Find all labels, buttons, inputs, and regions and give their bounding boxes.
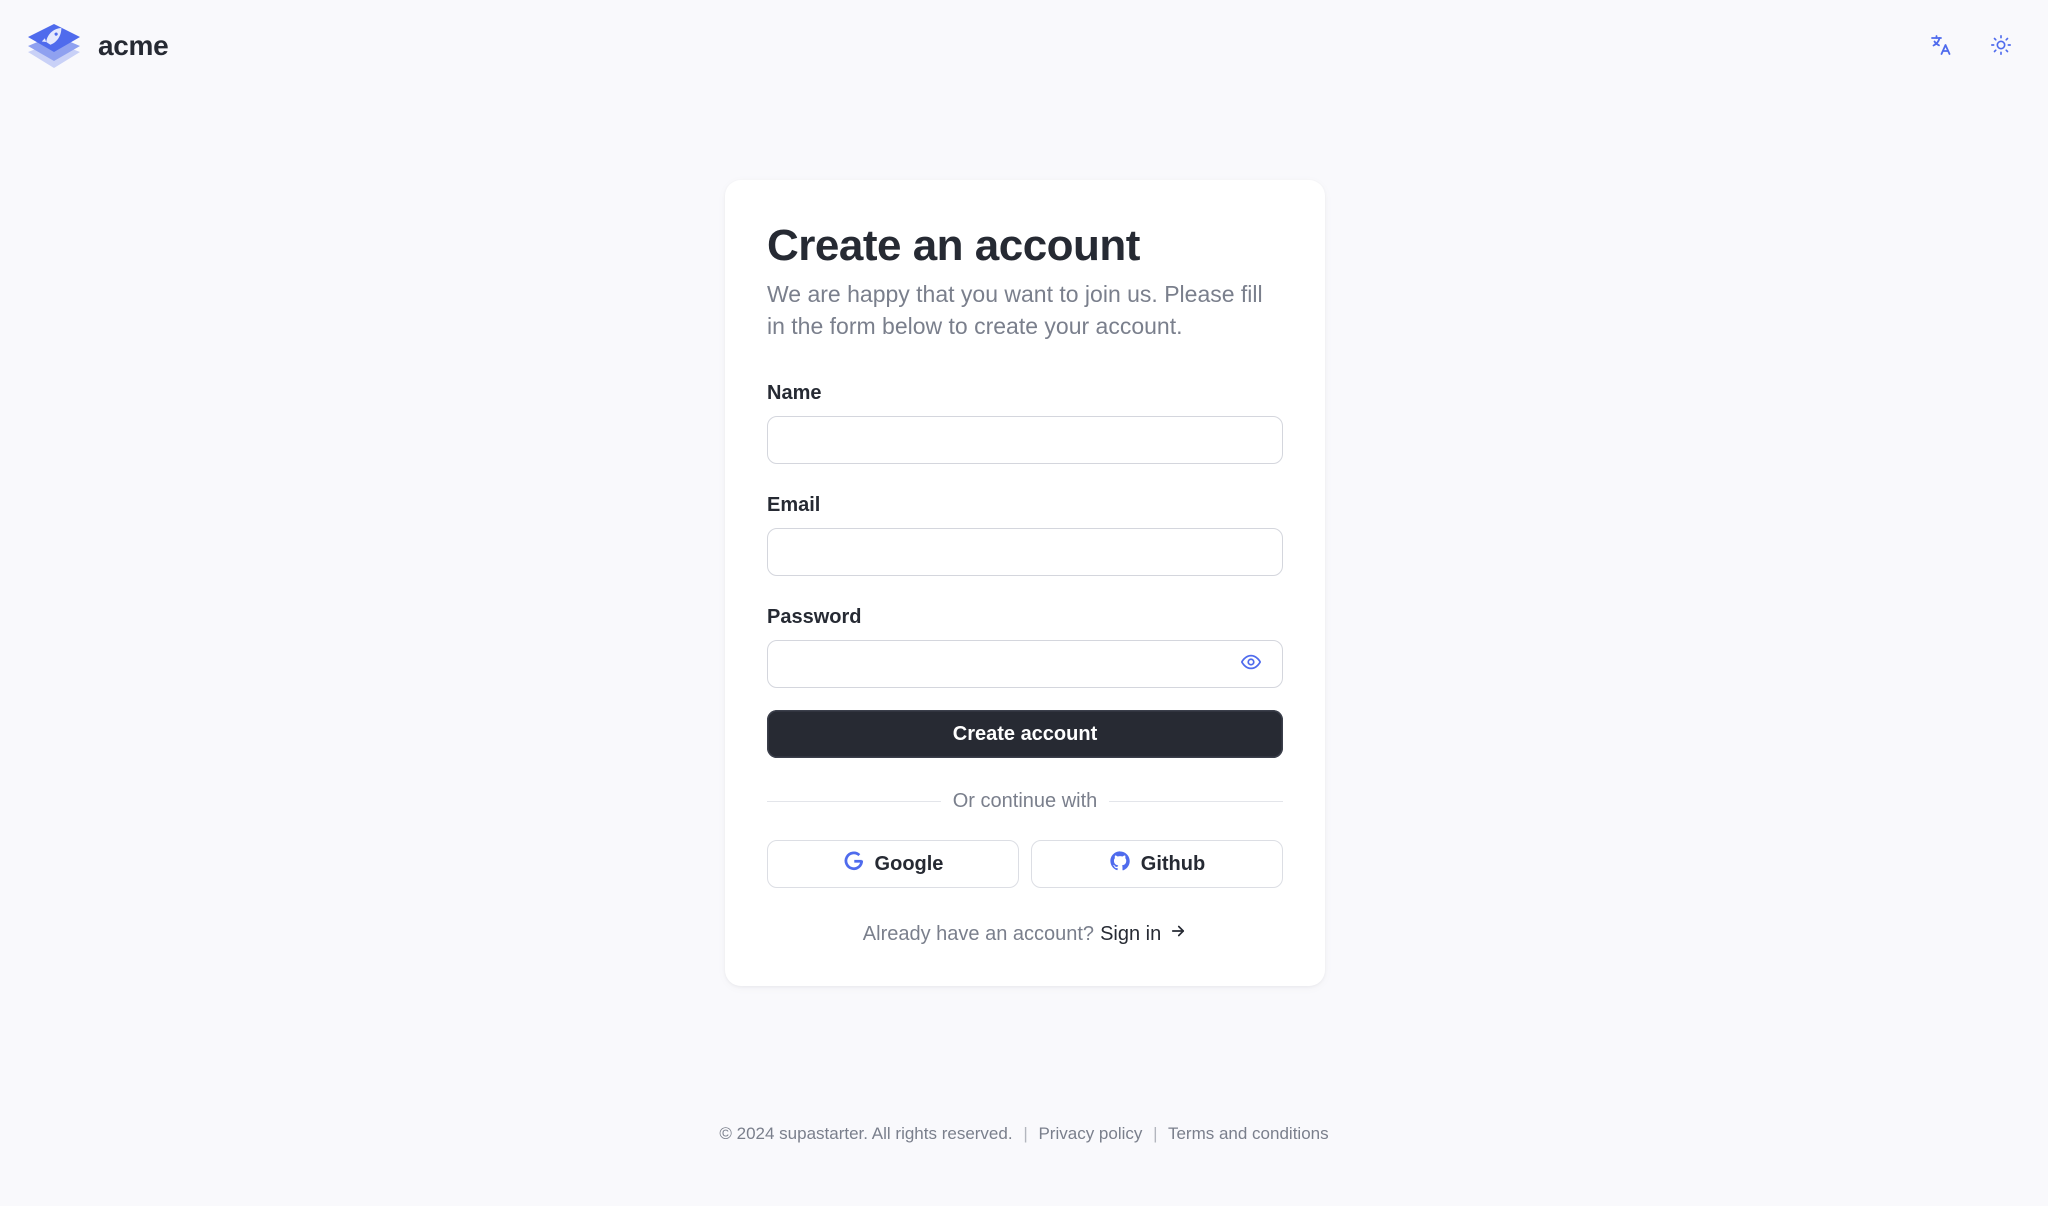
eye-icon <box>1240 651 1262 678</box>
arrow-right-icon <box>1169 922 1187 946</box>
name-field-group: Name <box>767 380 1283 464</box>
name-label: Name <box>767 382 822 404</box>
github-label: Github <box>1140 852 1206 875</box>
password-label: Password <box>767 606 862 628</box>
password-field-group: Password <box>767 604 1283 688</box>
signup-card: Create an account We are happy that you … <box>725 180 1325 986</box>
google-login-button[interactable]: Google <box>767 840 1019 888</box>
github-login-button[interactable]: Github <box>1031 840 1283 888</box>
divider-line-right <box>1109 800 1284 802</box>
header-actions <box>1924 28 2018 62</box>
sun-icon <box>1990 34 2012 56</box>
social-login-row: Google Github <box>767 840 1283 888</box>
email-input[interactable] <box>767 528 1283 576</box>
brand-home-link[interactable]: acme <box>26 20 169 72</box>
divider-line-left <box>767 800 941 802</box>
sign-in-label: Sign in <box>1100 922 1162 945</box>
google-label: Google <box>874 852 944 875</box>
brand-name: acme <box>98 30 169 61</box>
email-label: Email <box>767 494 821 516</box>
privacy-policy-link[interactable]: Privacy policy <box>1038 1124 1142 1143</box>
name-input-wrapper <box>767 416 1283 464</box>
terms-link[interactable]: Terms and conditions <box>1168 1124 1329 1143</box>
top-bar: acme <box>0 0 2048 96</box>
email-input-wrapper <box>767 528 1283 576</box>
theme-toggle-button[interactable] <box>1984 28 2018 62</box>
page-subtitle: We are happy that you want to join us. P… <box>767 281 1263 339</box>
language-button[interactable] <box>1924 28 1958 62</box>
sign-in-link[interactable]: Sign in <box>1100 922 1187 946</box>
password-input[interactable] <box>767 640 1283 688</box>
name-input[interactable] <box>767 416 1283 464</box>
github-icon <box>1109 850 1131 878</box>
copyright-text: © 2024 supastarter. All rights reserved. <box>719 1124 1013 1143</box>
footer-separator: | <box>1023 1124 1028 1143</box>
google-icon <box>843 850 865 878</box>
page-title: Create an account <box>767 221 1140 270</box>
signin-prompt: Already have an account? <box>862 922 1095 945</box>
translate-icon <box>1929 33 1953 57</box>
create-account-button[interactable]: Create account <box>767 710 1283 758</box>
email-field-group: Email <box>767 492 1283 576</box>
signup-page: acme Create an account We are happy that… <box>0 0 2048 1206</box>
or-divider: Or continue with <box>767 788 1284 814</box>
divider-text: Or continue with <box>952 789 1098 812</box>
rocket-layers-logo-icon <box>26 20 82 72</box>
footer-separator: | <box>1153 1124 1158 1143</box>
password-input-wrapper <box>767 640 1283 688</box>
footer: © 2024 supastarter. All rights reserved.… <box>0 1124 2048 1144</box>
signin-row: Already have an account? Sign in <box>767 922 1283 946</box>
show-password-button[interactable] <box>1239 652 1263 676</box>
